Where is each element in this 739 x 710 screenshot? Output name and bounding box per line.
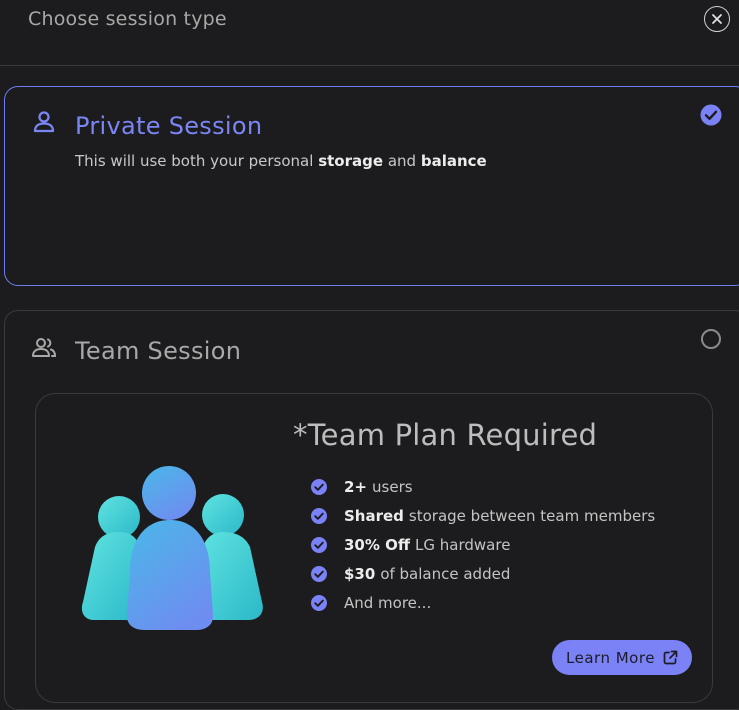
close-icon	[712, 14, 722, 24]
feature-text: users	[372, 477, 413, 496]
list-item: Shared storage between team members	[310, 501, 655, 530]
close-button[interactable]	[704, 6, 730, 32]
feature-bold: Shared	[344, 506, 404, 525]
desc-balance: balance	[420, 152, 487, 170]
dialog-header: Choose session type	[0, 0, 739, 66]
list-item: 30% Off LG hardware	[310, 530, 655, 559]
feature-text: of balance added	[380, 564, 511, 583]
check-circle-icon	[311, 565, 327, 582]
private-session-title: Private Session	[75, 112, 263, 140]
team-plan-title: *Team Plan Required	[293, 418, 598, 452]
team-illustration	[81, 466, 263, 630]
feature-text: And more...	[344, 593, 432, 612]
list-item: And more...	[310, 588, 655, 617]
feature-bold: $30	[344, 564, 376, 583]
learn-more-button[interactable]: Learn More	[552, 640, 692, 675]
group-icon	[32, 338, 57, 357]
feature-bold: 2+	[344, 477, 368, 496]
check-circle-icon	[311, 507, 327, 524]
list-item: $30 of balance added	[310, 559, 655, 588]
feature-list: 2+ users Shared storage between team membe…	[310, 472, 655, 617]
check-circle-icon	[311, 478, 327, 495]
dialog-title: Choose session type	[28, 8, 227, 30]
desc-storage: storage	[318, 152, 384, 170]
team-session-title: Team Session	[75, 337, 242, 365]
desc-prefix: This will use both your personal	[75, 152, 314, 170]
check-circle-icon[interactable]	[699, 103, 723, 127]
list-item: 2+ users	[310, 472, 655, 501]
desc-mid: and	[387, 152, 417, 170]
feature-text: storage between team members	[408, 506, 656, 525]
external-link-icon	[663, 650, 678, 665]
learn-more-label: Learn More	[566, 648, 655, 667]
private-session-description: This will use both your personal storage…	[75, 152, 487, 170]
check-circle-icon	[311, 594, 327, 611]
feature-text: LG hardware	[415, 535, 511, 554]
team-session-radio[interactable]	[701, 329, 721, 349]
feature-bold: 30% Off	[344, 535, 411, 554]
check-circle-icon	[311, 536, 327, 553]
person-icon	[33, 111, 55, 133]
